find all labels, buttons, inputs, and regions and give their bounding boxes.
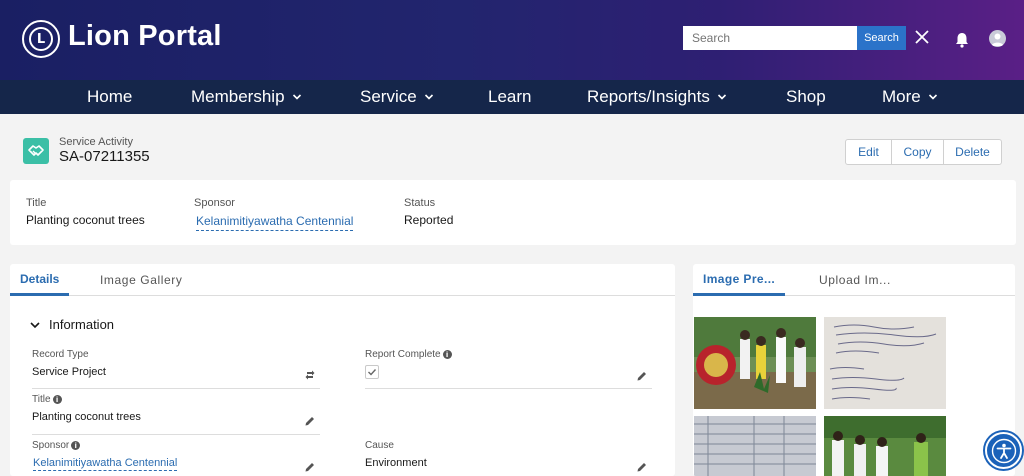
title-value: Planting coconut trees bbox=[26, 213, 145, 227]
gallery-image[interactable] bbox=[824, 317, 946, 409]
cause-label: Cause bbox=[365, 440, 394, 451]
chevron-down-icon bbox=[30, 321, 40, 328]
delete-button[interactable]: Delete bbox=[943, 140, 1001, 164]
tab-upload-images[interactable]: Upload Im... bbox=[819, 264, 891, 296]
copy-button[interactable]: Copy bbox=[891, 140, 943, 164]
sponsor-field-label: Sponsor i bbox=[32, 440, 81, 451]
bell-icon[interactable] bbox=[953, 31, 971, 49]
sponsor-field-link[interactable]: Kelanimitiyawatha Centennial bbox=[33, 457, 178, 471]
status-label: Status bbox=[404, 197, 436, 209]
nav-label: More bbox=[882, 87, 921, 106]
nav-more[interactable]: More bbox=[882, 80, 938, 114]
details-tabs: Details Image Gallery bbox=[10, 264, 675, 296]
gallery-image[interactable] bbox=[694, 416, 816, 476]
nav-learn[interactable]: Learn bbox=[488, 80, 531, 114]
chevron-down-icon bbox=[424, 94, 433, 100]
highlights-panel: Title Planting coconut trees Sponsor Kel… bbox=[10, 180, 1016, 245]
image-panel: Image Pre... Upload Im... bbox=[693, 264, 1015, 476]
nav-label: Home bbox=[87, 87, 133, 106]
sponsor-label: Sponsor bbox=[194, 197, 235, 209]
edit-button[interactable]: Edit bbox=[846, 140, 891, 164]
divider bbox=[32, 388, 320, 389]
gallery-image[interactable] bbox=[824, 416, 946, 476]
report-complete-label: Report Complete i bbox=[365, 349, 452, 360]
accessibility-icon bbox=[991, 438, 1016, 463]
search-input[interactable] bbox=[683, 26, 857, 50]
accessibility-button[interactable] bbox=[985, 432, 1022, 469]
divider bbox=[32, 434, 320, 435]
image-tabs: Image Pre... Upload Im... bbox=[693, 264, 1015, 296]
title-field-label: Title i bbox=[32, 394, 62, 405]
edit-pencil-icon[interactable] bbox=[304, 461, 316, 473]
edit-pencil-icon[interactable] bbox=[636, 370, 648, 382]
nav-shop[interactable]: Shop bbox=[786, 80, 826, 114]
gallery-image[interactable] bbox=[694, 317, 816, 409]
report-complete-text: Report Complete bbox=[365, 349, 441, 360]
chevron-down-icon bbox=[717, 94, 726, 100]
record-type-label: Record Type bbox=[32, 349, 89, 360]
cause-value: Environment bbox=[365, 457, 427, 469]
main-nav: Home Membership Service Learn Reports/In… bbox=[0, 80, 1024, 114]
change-record-type-icon[interactable] bbox=[304, 369, 316, 381]
record-object-type: Service Activity bbox=[59, 136, 133, 148]
info-icon[interactable]: i bbox=[71, 441, 81, 450]
record-id: SA-07211355 bbox=[59, 148, 150, 165]
nav-label: Learn bbox=[488, 87, 532, 106]
brand-title[interactable]: Lion Portal bbox=[68, 20, 222, 53]
nav-label: Shop bbox=[786, 87, 826, 106]
nav-label: Membership bbox=[191, 87, 285, 106]
tab-image-preview[interactable]: Image Pre... bbox=[693, 264, 786, 296]
close-icon[interactable] bbox=[912, 27, 932, 47]
logo-letter: L bbox=[29, 27, 53, 51]
nav-home[interactable]: Home bbox=[87, 80, 132, 114]
handshake-icon bbox=[23, 138, 49, 164]
user-avatar[interactable] bbox=[989, 30, 1006, 47]
chevron-down-icon bbox=[292, 94, 301, 100]
title-field-text: Title bbox=[32, 394, 51, 405]
sponsor-link[interactable]: Kelanimitiyawatha Centennial bbox=[196, 214, 354, 231]
edit-pencil-icon[interactable] bbox=[636, 461, 648, 473]
edit-pencil-icon[interactable] bbox=[304, 415, 316, 427]
sponsor-field-text: Sponsor bbox=[32, 440, 70, 451]
top-header: L Lion Portal Search bbox=[0, 0, 1024, 80]
section-title: Information bbox=[49, 317, 115, 332]
report-complete-checkbox bbox=[365, 365, 379, 379]
status-value: Reported bbox=[404, 213, 454, 227]
divider bbox=[365, 388, 652, 389]
details-card: Details Image Gallery Information Record… bbox=[10, 264, 675, 476]
nav-label: Reports/Insights bbox=[587, 87, 710, 106]
nav-service[interactable]: Service bbox=[360, 80, 434, 114]
nav-label: Service bbox=[360, 87, 417, 106]
tab-details[interactable]: Details bbox=[10, 264, 70, 296]
info-icon[interactable]: i bbox=[442, 350, 452, 359]
check-icon bbox=[368, 369, 377, 376]
record-actions: Edit Copy Delete bbox=[845, 139, 1002, 165]
chevron-down-icon bbox=[928, 94, 937, 100]
title-field-value: Planting coconut trees bbox=[32, 411, 141, 423]
user-icon bbox=[991, 33, 1004, 46]
tab-image-gallery[interactable]: Image Gallery bbox=[100, 264, 183, 296]
title-label: Title bbox=[26, 197, 47, 209]
nav-reports-insights[interactable]: Reports/Insights bbox=[587, 80, 727, 114]
record-type-value: Service Project bbox=[32, 366, 106, 378]
section-information[interactable]: Information bbox=[30, 317, 114, 332]
nav-membership[interactable]: Membership bbox=[191, 80, 302, 114]
info-icon[interactable]: i bbox=[52, 395, 62, 404]
search-button[interactable]: Search bbox=[857, 26, 906, 50]
lions-logo-icon[interactable]: L bbox=[22, 20, 60, 58]
